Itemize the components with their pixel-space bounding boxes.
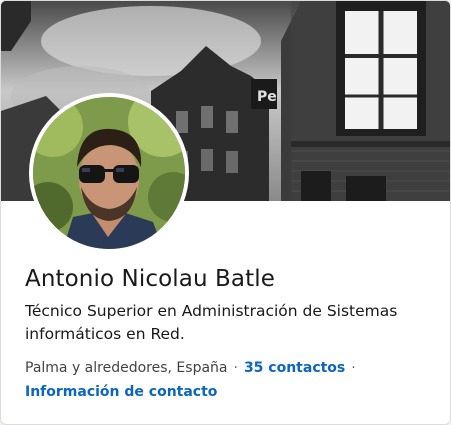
profile-card: Pe Antonio Nicolau Batle Técnico Superio…: [0, 0, 451, 425]
profile-info: Antonio Nicolau Batle Técnico Superior e…: [25, 264, 432, 404]
profile-headline: Técnico Superior en Administración de Si…: [25, 302, 398, 343]
profile-avatar[interactable]: [29, 93, 189, 253]
profile-location: Palma y alrededores, España: [25, 360, 228, 376]
separator-dot: ·: [351, 360, 356, 376]
profile-name: Antonio Nicolau Batle: [25, 266, 275, 292]
profile-meta: Palma y alrededores, España · 35 contactos…: [25, 356, 432, 404]
cover-sign-text: Pe: [257, 89, 277, 105]
contact-info-link[interactable]: Información de contacto: [25, 384, 217, 400]
separator-dot: ·: [233, 360, 238, 376]
connections-link[interactable]: 35 contactos: [244, 360, 345, 376]
